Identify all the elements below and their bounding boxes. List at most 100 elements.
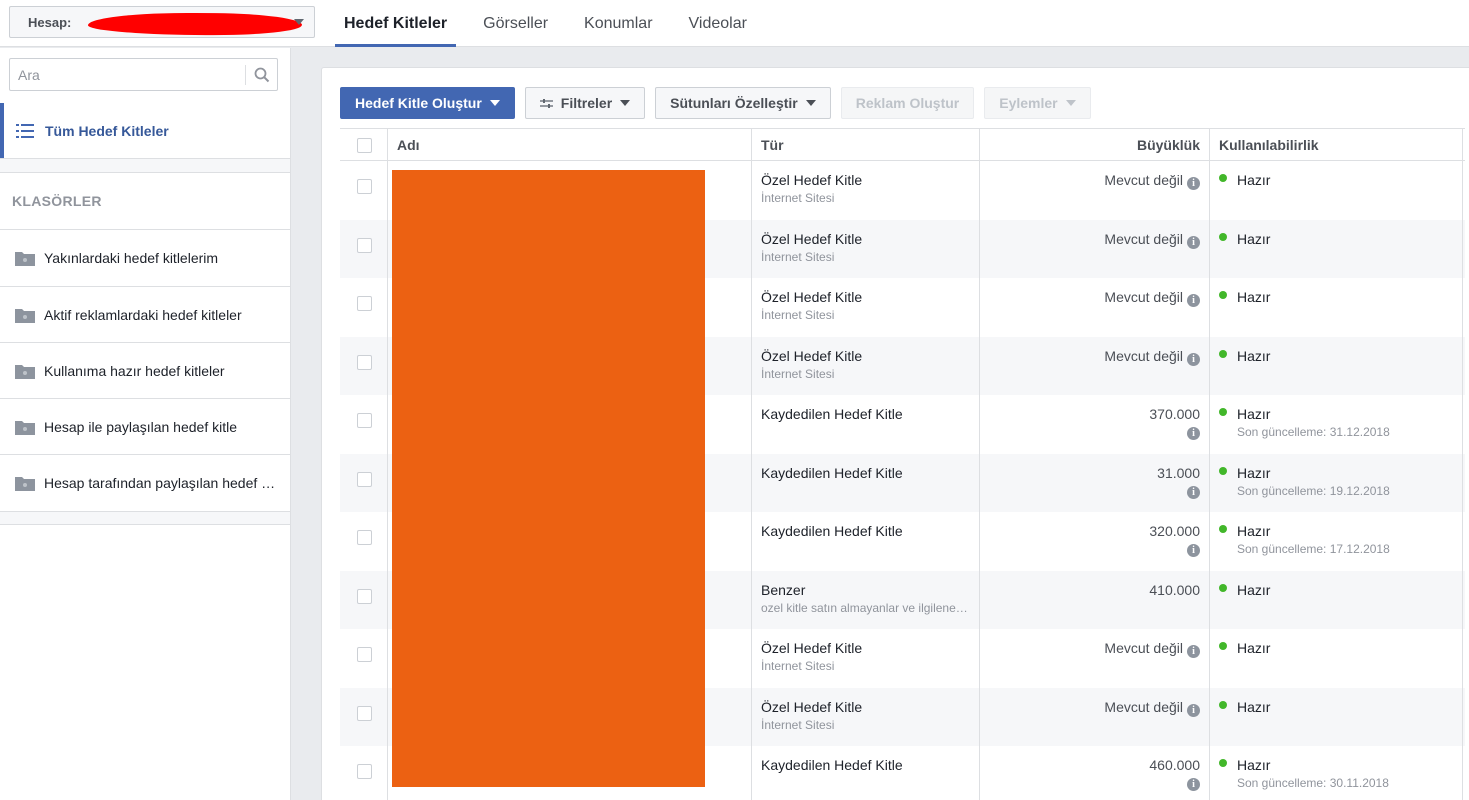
row-checkbox[interactable] — [357, 530, 372, 545]
sliders-icon — [539, 98, 553, 108]
audience-subtype: İnternet Sitesi — [761, 659, 835, 673]
info-icon[interactable]: i — [1187, 235, 1200, 249]
sidebar-folder-shared-with[interactable]: Hesap ile paylaşılan hedef kitle — [0, 398, 290, 454]
info-icon[interactable]: i — [1187, 544, 1200, 557]
sidebar: Tüm Hedef Kitleler KLASÖRLER Yakınlardak… — [0, 48, 291, 800]
audience-size-cell: Mevcut değil i — [1104, 640, 1200, 658]
filters-button[interactable]: Filtreler — [524, 87, 646, 119]
row-checkbox[interactable] — [357, 354, 372, 370]
row-checkbox[interactable] — [357, 471, 372, 487]
folders-heading: KLASÖRLER — [12, 193, 102, 209]
status-dot — [1219, 759, 1227, 767]
column-divider — [1462, 128, 1463, 800]
status-text: Hazır — [1237, 640, 1271, 656]
account-label: Hesap: — [28, 14, 72, 30]
column-header-name[interactable]: Adı — [397, 129, 420, 161]
sidebar-folder-ready[interactable]: Kullanıma hazır hedef kitleler — [0, 342, 290, 398]
folder-label: Hesap tarafından paylaşılan hedef kitlel… — [44, 474, 279, 491]
actions-button[interactable]: Eylemler — [984, 87, 1091, 119]
status-dot — [1219, 349, 1227, 358]
column-divider — [387, 128, 388, 800]
folder-label: Yakınlardaki hedef kitlelerim — [44, 249, 219, 266]
row-checkbox-cell — [357, 530, 372, 545]
row-checkbox[interactable] — [357, 296, 372, 311]
sidebar-folder-active-ads[interactable]: Aktif reklamlardaki hedef kitleler — [0, 286, 290, 342]
row-checkbox[interactable] — [357, 705, 372, 721]
sidebar-divider — [0, 158, 290, 173]
audience-size-cell: 31.000 i — [1157, 465, 1200, 499]
audience-size-cell: Mevcut değil i — [1104, 231, 1200, 249]
availability-cell: Hazır Son güncelleme: 31.12.2018 — [1219, 406, 1390, 439]
tab-images[interactable]: Görseller — [474, 0, 557, 47]
list-icon — [16, 123, 34, 138]
row-checkbox[interactable] — [357, 413, 372, 428]
account-name-redaction — [87, 12, 303, 36]
audience-type: Özel Hedef Kitle — [761, 230, 863, 247]
tab-videos[interactable]: Videolar — [680, 0, 756, 47]
chevron-down-icon — [294, 19, 304, 25]
info-icon[interactable]: i — [1187, 485, 1200, 499]
create-ad-button[interactable]: Reklam Oluştur — [840, 87, 975, 119]
select-all-checkbox[interactable] — [357, 137, 372, 153]
top-bar: Hesap: Hedef Kitleler Görseller Konumlar… — [0, 0, 1469, 47]
info-icon[interactable]: i — [1187, 703, 1200, 717]
info-icon[interactable]: i — [1187, 778, 1200, 791]
column-divider — [751, 128, 752, 800]
row-checkbox[interactable] — [357, 647, 372, 662]
availability-cell: Hazır — [1219, 172, 1270, 188]
select-all-cell — [357, 129, 372, 161]
sidebar-folder-nearby[interactable]: Yakınlardaki hedef kitlelerim — [0, 229, 290, 285]
audience-subtype: İnternet Sitesi — [761, 191, 835, 205]
folder-icon — [15, 476, 35, 491]
audience-size: 320.000 — [1149, 523, 1200, 539]
row-checkbox[interactable] — [357, 588, 372, 604]
audience-size-cell: 460.000 i — [1149, 757, 1200, 791]
audience-type-cell: Benzer ozel kitle satın almayanlar ve ilg… — [761, 582, 971, 615]
search-icon[interactable] — [252, 65, 272, 85]
row-checkbox[interactable] — [357, 764, 372, 779]
column-header-size[interactable]: Büyüklük — [1137, 129, 1200, 161]
audience-type: Özel Hedef Kitle — [761, 347, 863, 364]
column-header-type[interactable]: Tür — [761, 129, 784, 161]
tab-locations[interactable]: Konumlar — [575, 0, 661, 47]
row-checkbox[interactable] — [357, 179, 372, 194]
status-text: Hazır — [1237, 757, 1271, 773]
audience-size: Mevcut değil — [1104, 172, 1183, 188]
sidebar-item-all-audiences[interactable]: Tüm Hedef Kitleler — [0, 103, 290, 158]
audience-type-cell: Özel Hedef Kitle İnternet Sitesi — [761, 231, 862, 264]
availability-cell: Hazır — [1219, 289, 1270, 305]
audience-type-cell: Özel Hedef Kitle İnternet Sitesi — [761, 348, 862, 381]
audience-type-cell: Kaydedilen Hedef Kitle — [761, 757, 903, 773]
button-label: Hedef Kitle Oluştur — [355, 95, 482, 111]
row-checkbox-cell — [357, 179, 372, 194]
row-checkbox[interactable] — [357, 237, 372, 253]
info-icon[interactable]: i — [1187, 645, 1200, 658]
search-box — [9, 58, 278, 91]
audience-size: Mevcut değil — [1104, 289, 1183, 305]
status-text: Hazır — [1237, 172, 1271, 188]
folder-label: Hesap ile paylaşılan hedef kitle — [44, 418, 238, 435]
last-updated: Son güncelleme: 19.12.2018 — [1237, 483, 1390, 498]
audience-size-cell: Mevcut değil i — [1104, 348, 1200, 366]
account-selector[interactable]: Hesap: — [9, 6, 315, 38]
status-dot — [1219, 466, 1227, 475]
info-icon[interactable]: i — [1187, 294, 1200, 307]
create-audience-button[interactable]: Hedef Kitle Oluştur — [340, 87, 515, 119]
tab-audiences[interactable]: Hedef Kitleler — [335, 0, 457, 47]
audience-type-cell: Kaydedilen Hedef Kitle — [761, 465, 903, 481]
status-dot — [1219, 700, 1227, 709]
row-checkbox-cell — [357, 354, 372, 370]
audience-subtype: ozel kitle satın almayanlar ve ilgilenen… — [761, 600, 971, 615]
audience-size: Mevcut değil — [1104, 698, 1183, 715]
info-icon[interactable]: i — [1187, 427, 1200, 440]
audience-size-cell: Mevcut değil i — [1104, 289, 1200, 307]
search-input[interactable] — [18, 65, 243, 85]
audience-type: Benzer — [761, 581, 806, 598]
row-checkbox-cell — [357, 237, 372, 253]
column-header-availability[interactable]: Kullanılabilirlik — [1219, 129, 1319, 161]
info-icon[interactable]: i — [1187, 352, 1200, 366]
sidebar-folder-shared-by[interactable]: Hesap tarafından paylaşılan hedef kitlel… — [0, 454, 290, 510]
customize-columns-button[interactable]: Sütunları Özelleştir — [655, 87, 831, 119]
info-icon[interactable]: i — [1187, 177, 1200, 190]
tab-bar: Hedef Kitleler Görseller Konumlar Videol… — [335, 0, 774, 47]
